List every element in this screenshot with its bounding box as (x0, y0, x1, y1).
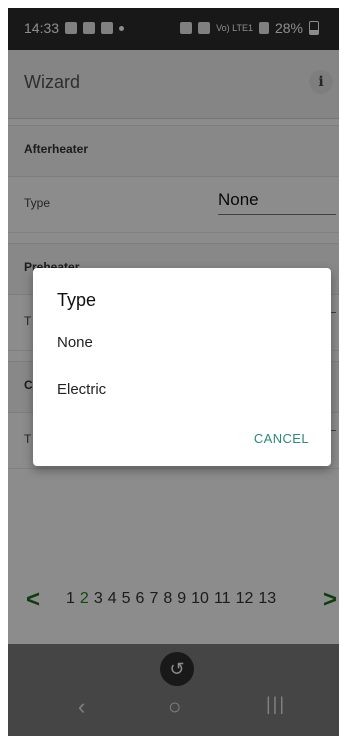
option-electric[interactable]: Electric (57, 381, 106, 398)
app-screen: 14:33 Vo) LTE1 28% Wizard i Afterheater … (8, 8, 339, 736)
dialog-title: Type (57, 290, 97, 310)
cancel-button[interactable]: CANCEL (254, 431, 309, 446)
option-none[interactable]: None (57, 334, 93, 351)
type-dialog: Type None Electric CANCEL (33, 268, 331, 466)
